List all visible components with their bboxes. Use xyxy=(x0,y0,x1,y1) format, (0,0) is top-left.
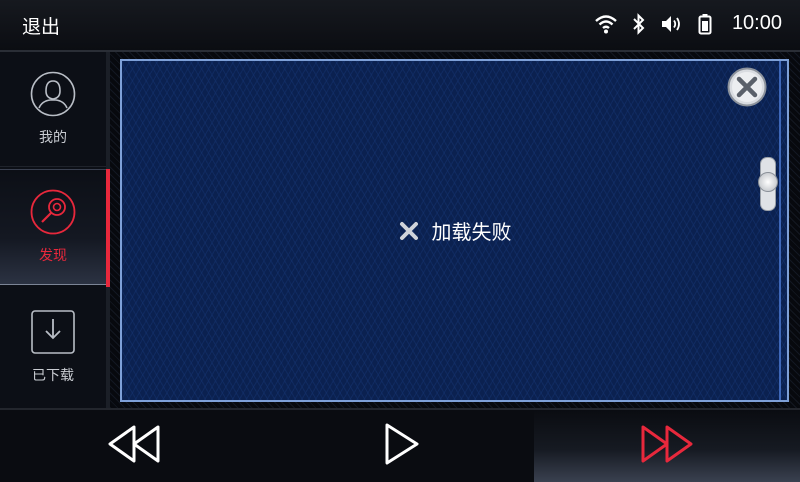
exit-button[interactable]: 退出 xyxy=(22,12,60,39)
user-icon xyxy=(30,71,76,121)
rewind-button[interactable] xyxy=(0,410,267,482)
download-icon xyxy=(30,309,76,359)
volume-icon xyxy=(660,13,684,35)
divider xyxy=(0,166,106,167)
fast-forward-button[interactable] xyxy=(534,410,800,482)
error-message: 加载失败 xyxy=(431,220,512,244)
sidebar-item-downloaded[interactable]: 已下载 xyxy=(0,290,106,404)
play-button[interactable] xyxy=(267,410,534,482)
scrollbar[interactable] xyxy=(758,157,778,211)
scrollbar-thumb[interactable] xyxy=(758,172,778,192)
close-icon xyxy=(727,67,767,111)
fast-forward-icon xyxy=(639,424,695,468)
web-panel: 加载失败 xyxy=(120,59,789,402)
clock: 10:00 xyxy=(731,12,782,34)
player-controls xyxy=(0,408,800,482)
sidebar-item-label: 我的 xyxy=(39,130,67,146)
rewind-icon xyxy=(106,424,162,468)
status-bar: 退出 10:00 xyxy=(0,0,800,52)
sidebar: 我的 发现 已下载 xyxy=(0,52,110,408)
discover-icon xyxy=(30,189,76,239)
close-button[interactable] xyxy=(727,67,767,107)
sidebar-item-label: 已下载 xyxy=(32,368,74,384)
main-content: 加载失败 xyxy=(110,52,800,408)
load-error: 加载失败 xyxy=(122,61,787,400)
bluetooth-icon xyxy=(632,12,646,35)
wifi-icon xyxy=(594,13,618,35)
sidebar-item-discover[interactable]: 发现 xyxy=(0,169,106,285)
sidebar-item-mine[interactable]: 我的 xyxy=(0,52,106,166)
play-icon xyxy=(381,422,421,470)
status-icons: 10:00 xyxy=(594,12,782,35)
error-x-icon xyxy=(398,220,420,242)
battery-icon xyxy=(698,13,712,35)
sidebar-item-label: 发现 xyxy=(39,248,67,264)
